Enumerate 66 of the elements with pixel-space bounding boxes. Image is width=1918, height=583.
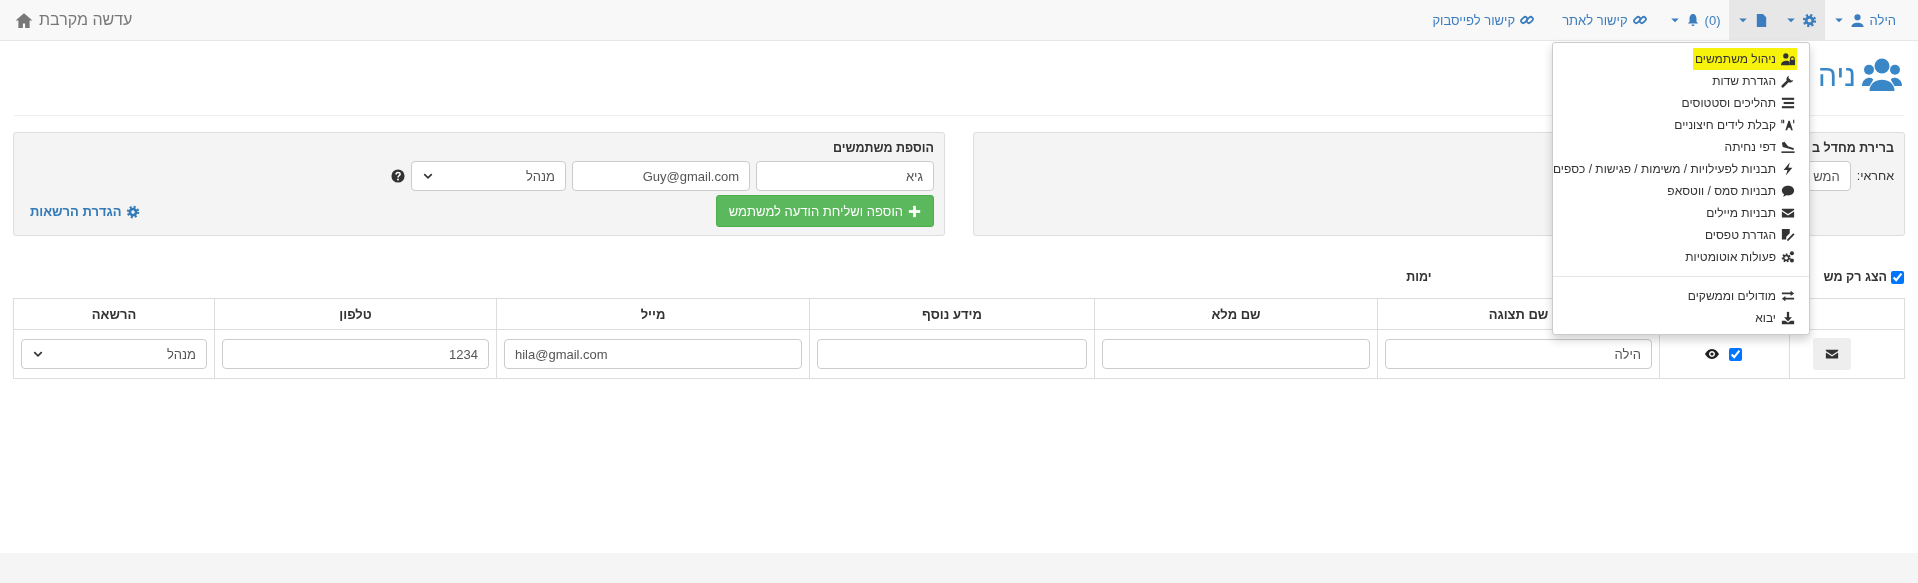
filter-label: הצג רק מש	[1823, 270, 1887, 284]
envelope-icon	[1825, 347, 1839, 361]
envelope-icon	[1781, 206, 1795, 220]
menu-item[interactable]: קבלת לידים חיצוניים	[1672, 114, 1797, 136]
gears-icon	[1781, 250, 1795, 264]
role-select[interactable]: מנהל	[21, 339, 207, 369]
settings-icon	[1801, 12, 1817, 28]
panel-title: הוספת משתמשים	[833, 141, 934, 155]
plane-landing-icon	[1781, 140, 1795, 154]
download-icon	[1781, 311, 1795, 325]
speech-bubble-icon	[1781, 184, 1795, 198]
menu-item[interactable]: דפי נחיתה	[1722, 136, 1797, 158]
email-button[interactable]	[1813, 338, 1851, 370]
full-name-field[interactable]	[1102, 339, 1370, 369]
page-title: ניה	[1818, 59, 1856, 93]
email-field[interactable]: Guy@gmail.com	[572, 161, 750, 191]
link-icon	[1632, 13, 1647, 27]
phone-field[interactable]: 1234	[222, 339, 489, 369]
eye-icon	[1704, 346, 1720, 362]
bars-icon	[1781, 96, 1795, 110]
settings-menu[interactable]	[1776, 0, 1825, 40]
link-icon	[1520, 13, 1535, 27]
display-name-field[interactable]: הילה	[1385, 339, 1652, 369]
name-field[interactable]: גיא	[756, 161, 934, 191]
menu-item[interactable]: ניהול משתמשים	[1692, 48, 1797, 70]
brand-name[interactable]: עדשה מקרבת	[39, 11, 133, 29]
swap-arrows-icon	[1781, 289, 1795, 303]
user-menu[interactable]: הילה	[1824, 0, 1904, 40]
menu-item[interactable]: תבניות סמס / ווטסאפ	[1665, 180, 1797, 202]
nav-link[interactable]: קישור לפייסבוק	[1418, 0, 1549, 40]
column-header: הרשאה	[14, 299, 214, 330]
role-select[interactable]: מנהל	[411, 161, 566, 191]
column-header: שם מלא	[1094, 299, 1377, 330]
user-lock-icon	[1781, 52, 1795, 66]
row-checkbox[interactable]	[1729, 347, 1742, 361]
settings-icon	[125, 204, 140, 219]
bolt-icon	[1781, 162, 1795, 176]
email-field[interactable]: hila@gmail.com	[504, 339, 802, 369]
bell-icon	[1685, 13, 1700, 27]
menu-item[interactable]: מודולים וממשקים	[1685, 285, 1797, 307]
wrench-icon	[1781, 74, 1795, 88]
menu-item[interactable]: הגדרת שדות	[1710, 70, 1797, 92]
permissions-link[interactable]: הגדרת הרשאות	[30, 204, 140, 219]
nav-link[interactable]: קישור לאתר	[1548, 0, 1661, 40]
user-icon	[1849, 12, 1865, 28]
panel-title: ברירת מחדל ב	[1812, 141, 1894, 155]
filter-label: ימות	[1406, 270, 1432, 284]
menu-item[interactable]: תהליכים וסטטוסים	[1679, 92, 1797, 114]
filter-checkbox[interactable]	[1891, 270, 1904, 284]
help-icon	[391, 169, 405, 183]
notifications-menu[interactable]: (0)	[1660, 0, 1729, 40]
field-label: אחראי:	[1856, 169, 1894, 183]
menu-item[interactable]: תבניות מיילים	[1704, 202, 1797, 224]
menu-item[interactable]: הגדרת טפסים	[1702, 224, 1797, 246]
column-header: טלפון	[214, 299, 496, 330]
home-icon	[15, 11, 33, 29]
letters-icon	[1781, 118, 1795, 132]
column-header: מידע נוסף	[809, 299, 1094, 330]
file-menu[interactable]	[1728, 0, 1777, 40]
plus-icon	[908, 204, 921, 218]
column-header: מייל	[496, 299, 809, 330]
menu-item[interactable]: תבניות לפעילויות / משימות / פגישות / כספים	[1550, 158, 1797, 180]
menu-item[interactable]: יבוא	[1753, 307, 1797, 329]
menu-item[interactable]: פעולות אוטומטיות	[1683, 246, 1797, 268]
extra-info-field[interactable]	[817, 339, 1087, 369]
pen-document-icon	[1781, 228, 1795, 242]
